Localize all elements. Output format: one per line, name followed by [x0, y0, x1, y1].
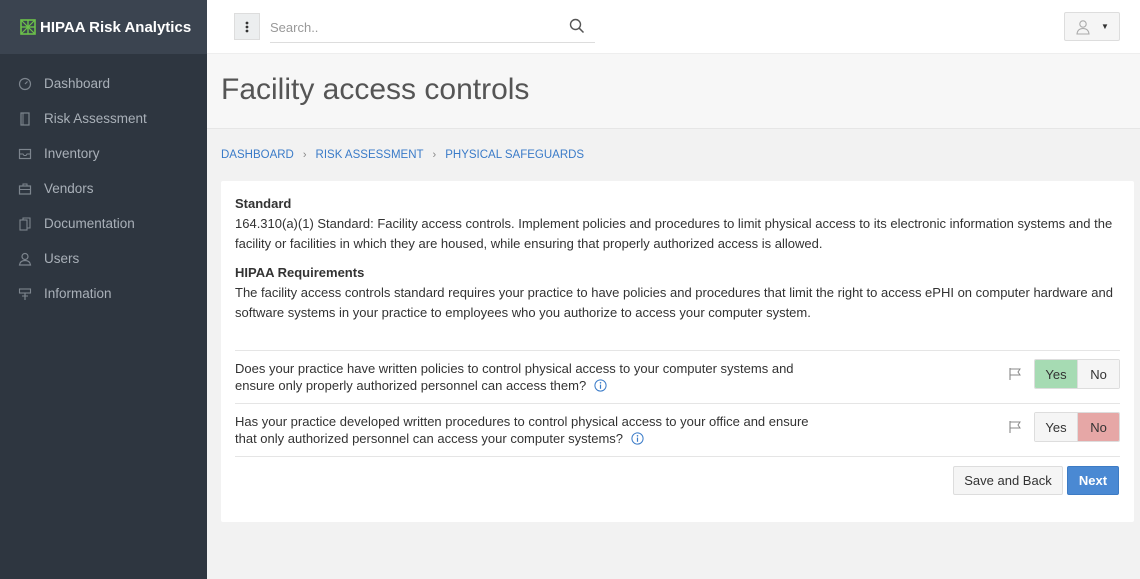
user-icon	[18, 252, 32, 266]
search-bar	[270, 12, 595, 43]
divider	[235, 456, 1120, 457]
flag-icon[interactable]	[1008, 420, 1022, 434]
flag-icon[interactable]	[1008, 367, 1022, 381]
sidebar-item-label: Users	[44, 251, 80, 266]
user-menu-button[interactable]: ▼	[1064, 12, 1120, 41]
assessment-card: Standard 164.310(a)(1) Standard: Facilit…	[221, 181, 1134, 522]
yes-button[interactable]: Yes	[1035, 413, 1077, 441]
breadcrumb-physical-safeguards[interactable]: PHYSICAL SAFEGUARDS	[445, 149, 584, 161]
logo-icon	[20, 19, 36, 35]
briefcase-icon	[18, 182, 32, 196]
sidebar-item-label: Documentation	[44, 216, 135, 231]
chevron-down-icon: ▼	[1101, 22, 1109, 31]
answer-toggle: Yes No	[1034, 412, 1120, 442]
sidebar-nav: Dashboard Risk Assessment Inventory Vend…	[0, 66, 207, 311]
divider	[235, 403, 1120, 404]
question-text: Has your practice developed written proc…	[235, 414, 809, 446]
requirements-heading: HIPAA Requirements	[235, 265, 365, 280]
docs-icon	[18, 216, 32, 231]
no-button[interactable]: No	[1077, 413, 1119, 441]
sidebar-item-label: Dashboard	[44, 76, 111, 91]
info-icon[interactable]	[594, 379, 607, 392]
no-button[interactable]: No	[1077, 360, 1119, 388]
brand-name: HIPAA Risk Analytics	[40, 18, 192, 36]
question-1: Does your practice have written policies…	[235, 360, 815, 394]
page-header: Facility access controls	[207, 54, 1140, 129]
sidebar-item-information[interactable]: Information	[0, 276, 207, 311]
document-icon	[18, 111, 32, 126]
search-input[interactable]	[270, 17, 560, 37]
info-sign-icon	[18, 287, 32, 301]
requirements-text: The facility access controls standard re…	[235, 285, 1113, 320]
dashboard-icon	[18, 77, 32, 91]
sidebar-item-dashboard[interactable]: Dashboard	[0, 66, 207, 101]
breadcrumb-dashboard[interactable]: DASHBOARD	[221, 149, 294, 161]
standard-heading: Standard	[235, 196, 292, 211]
sidebar-item-inventory[interactable]: Inventory	[0, 136, 207, 171]
question-text: Does your practice have written policies…	[235, 361, 794, 393]
page-title: Facility access controls	[221, 73, 530, 106]
answer-toggle: Yes No	[1034, 359, 1120, 389]
info-icon[interactable]	[631, 432, 644, 445]
sidebar-item-label: Risk Assessment	[44, 111, 147, 126]
sidebar-item-label: Information	[44, 286, 112, 301]
save-and-back-button[interactable]: Save and Back	[953, 466, 1063, 495]
next-button[interactable]: Next	[1067, 466, 1119, 495]
sidebar-item-label: Inventory	[44, 146, 100, 161]
more-options-button[interactable]	[234, 13, 260, 40]
sidebar-item-users[interactable]: Users	[0, 241, 207, 276]
breadcrumb-risk-assessment[interactable]: RISK ASSESSMENT	[316, 149, 424, 161]
chevron-right-icon: ›	[302, 149, 307, 161]
breadcrumb: DASHBOARD › RISK ASSESSMENT › PHYSICAL S…	[221, 149, 584, 161]
sidebar-item-vendors[interactable]: Vendors	[0, 171, 207, 206]
sidebar-item-label: Vendors	[44, 181, 94, 196]
yes-button[interactable]: Yes	[1035, 360, 1077, 388]
search-icon[interactable]	[569, 18, 585, 34]
avatar-icon	[1076, 19, 1090, 35]
sidebar-item-risk-assessment[interactable]: Risk Assessment	[0, 101, 207, 136]
vertical-dots-icon	[245, 21, 249, 32]
question-2: Has your practice developed written proc…	[235, 413, 815, 447]
sidebar: HIPAA Risk Analytics Dashboard Risk Asse…	[0, 0, 207, 579]
inbox-icon	[18, 147, 32, 161]
standard-text: 164.310(a)(1) Standard: Facility access …	[235, 216, 1113, 251]
chevron-right-icon: ›	[432, 149, 437, 161]
divider	[235, 350, 1120, 351]
brand[interactable]: HIPAA Risk Analytics	[0, 0, 207, 54]
topbar: ▼	[207, 0, 1140, 54]
sidebar-item-documentation[interactable]: Documentation	[0, 206, 207, 241]
